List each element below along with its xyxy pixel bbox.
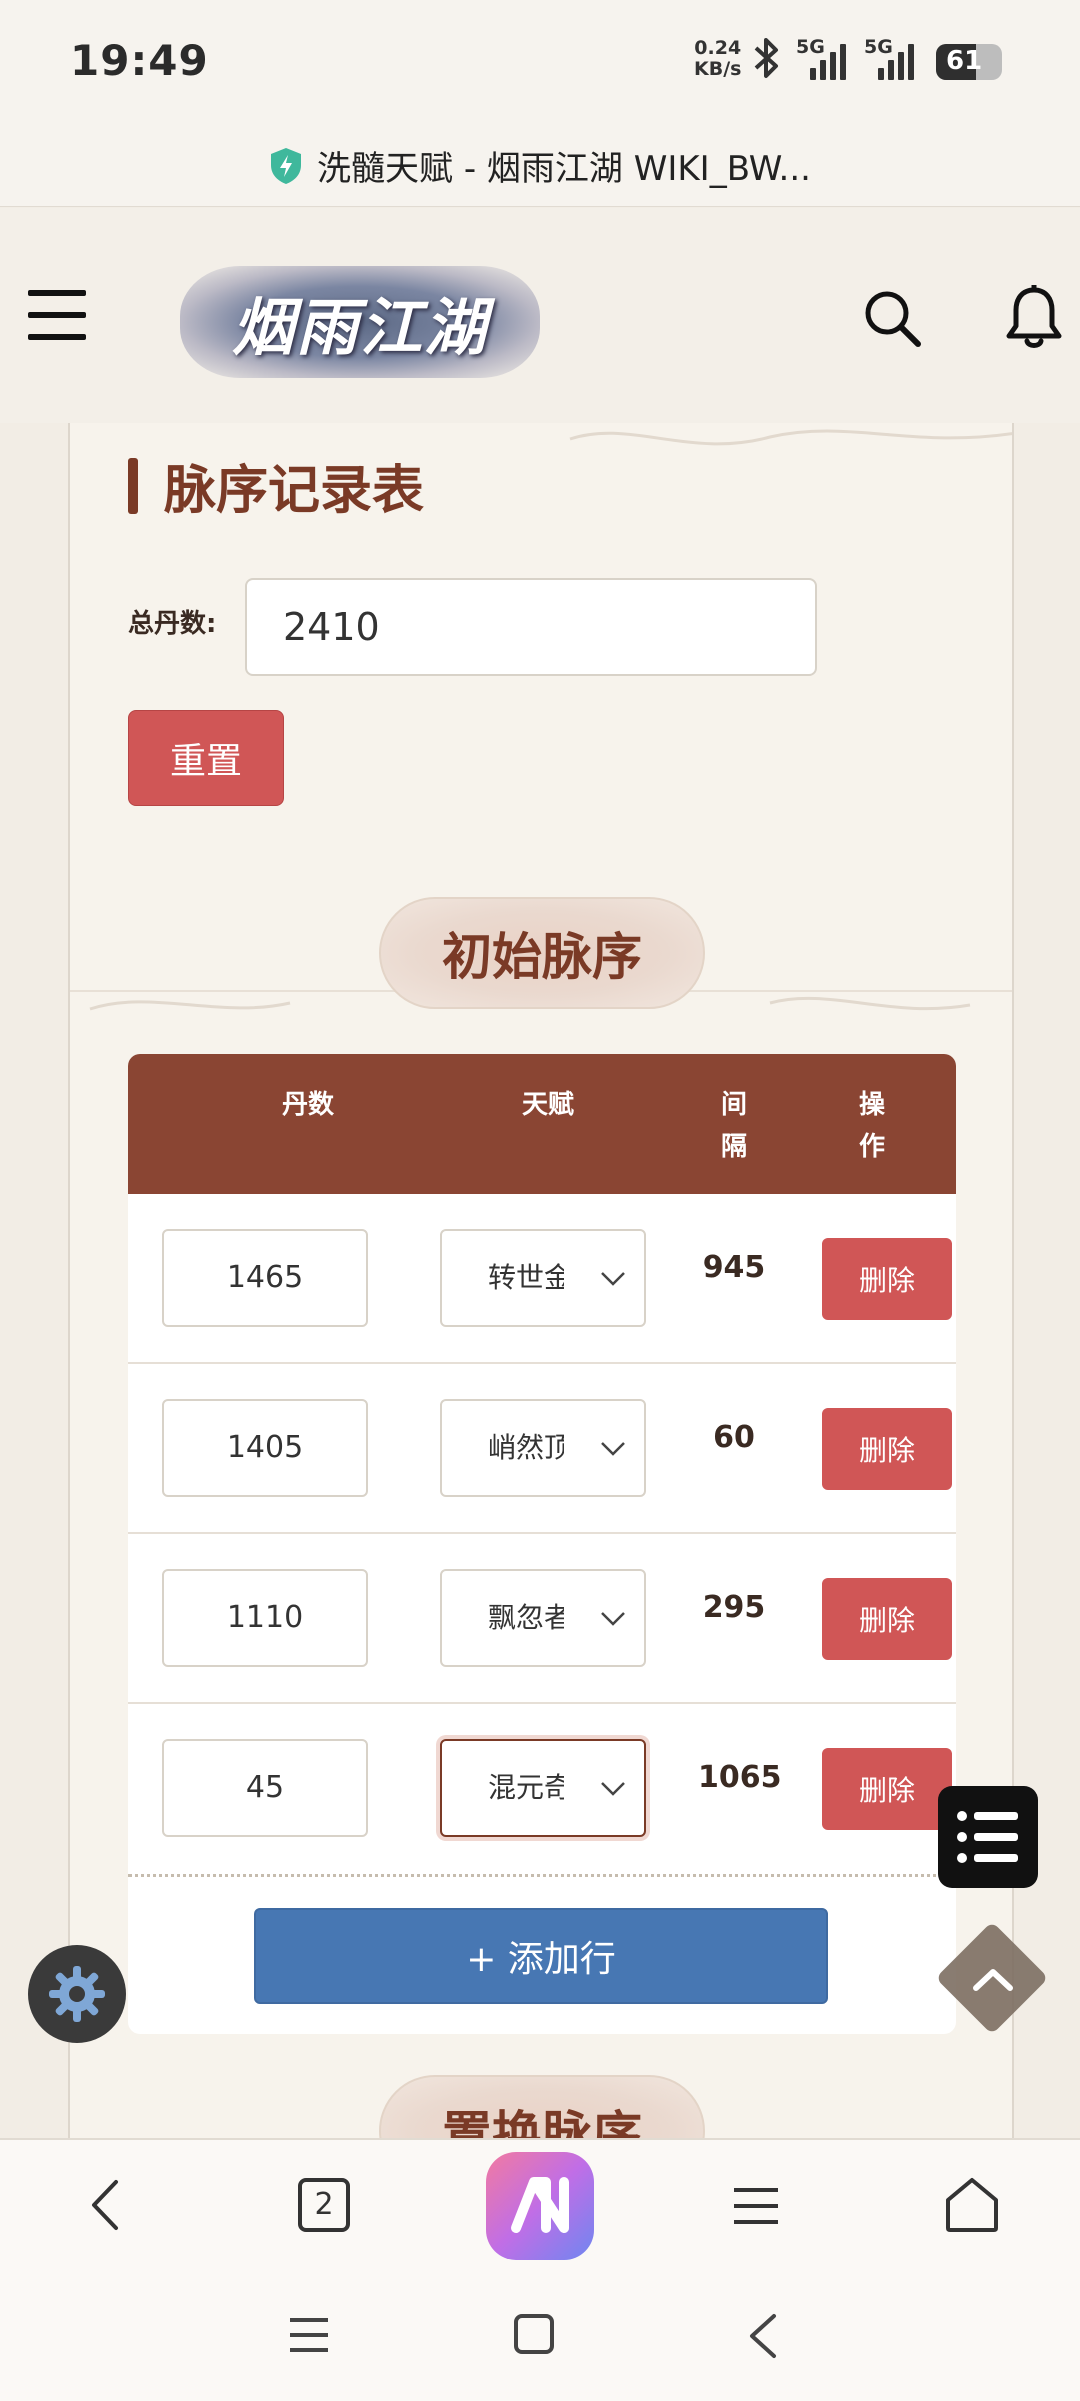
delete-button[interactable]: 删除 (822, 1238, 952, 1320)
gap-value: 60 (713, 1420, 755, 1455)
section-title: 脉序记录表 (128, 448, 424, 523)
initial-order-heading-text: 初始脉序 (442, 928, 642, 986)
home-icon[interactable] (944, 2176, 1000, 2238)
talent-select[interactable]: 峭然顶 (440, 1399, 646, 1497)
gap-value: 1065 (698, 1760, 782, 1795)
delete-button[interactable]: 删除 (822, 1748, 952, 1830)
content-panel: 脉序记录表 总丹数: 2410 重置 初始脉序 丹数 天赋 间 隔 操 作 14… (68, 423, 1014, 2138)
replace-order-heading: 置换脉序 (379, 2075, 705, 2138)
table-row: 1465 转世金 945 删除 (128, 1194, 956, 1364)
reset-button[interactable]: 重置 (128, 710, 284, 806)
order-table: 丹数 天赋 间 隔 操 作 1465 转世金 945 删除 1405 峭然顶 6… (128, 1054, 956, 2034)
dan-input[interactable]: 1110 (162, 1569, 368, 1667)
status-bar: 19:49 0.24 KB/s 5G 5G 61 (0, 0, 1080, 125)
address-bar[interactable]: 洗髓天赋 - 烟雨江湖 WIKI_BW... (0, 125, 1080, 207)
bluetooth-icon (752, 36, 782, 89)
recents-icon[interactable] (288, 2316, 330, 2358)
chevron-down-icon (601, 1272, 625, 1286)
network-speed-value: 0.24 (694, 37, 742, 59)
menu-icon[interactable] (732, 2186, 780, 2230)
chevron-up-icon (973, 1969, 1013, 1991)
browser-toolbar: 2 (0, 2138, 1080, 2268)
nav-back-icon[interactable] (746, 2312, 780, 2364)
talent-select[interactable]: 混元奇 (440, 1739, 646, 1837)
dan-input[interactable]: 45 (162, 1739, 368, 1837)
chevron-down-icon (601, 1612, 625, 1626)
gear-icon (49, 1966, 105, 2022)
total-dan-label: 总丹数: (128, 609, 217, 639)
talent-select[interactable]: 飘忽者 (440, 1569, 646, 1667)
menu-icon[interactable] (28, 290, 86, 340)
tabs-button[interactable]: 2 (298, 2178, 350, 2232)
home-square-icon[interactable] (514, 2314, 554, 2354)
signal-icon: 5G (864, 36, 926, 80)
gap-value: 295 (702, 1590, 766, 1625)
dan-input[interactable]: 1405 (162, 1399, 368, 1497)
add-row-button[interactable]: + 添加行 (254, 1908, 828, 2004)
battery-percent: 61 (946, 46, 983, 76)
list-icon (957, 1811, 1018, 1863)
table-header: 丹数 天赋 间 隔 操 作 (128, 1054, 956, 1194)
network-speed: 0.24 KB/s (694, 38, 741, 80)
title-accent-bar (128, 457, 138, 514)
chevron-down-icon (601, 1442, 625, 1456)
total-dan-input[interactable]: 2410 (245, 578, 817, 676)
secure-shield-icon (269, 147, 303, 185)
header-talent: 天赋 (521, 1090, 574, 1120)
settings-button[interactable] (28, 1945, 126, 2043)
replace-order-heading-text: 置换脉序 (442, 2106, 642, 2138)
ai-icon (511, 2177, 569, 2233)
section-title-text: 脉序记录表 (164, 461, 425, 521)
chevron-down-icon (601, 1782, 625, 1796)
delete-button[interactable]: 删除 (822, 1408, 952, 1490)
clock: 19:49 (70, 36, 209, 85)
table-row: 1405 峭然顶 60 删除 (128, 1364, 956, 1534)
delete-button[interactable]: 删除 (822, 1578, 952, 1660)
battery-icon: 61 (936, 44, 1002, 80)
signal-icon: 5G (796, 36, 858, 80)
bell-icon[interactable] (1004, 284, 1064, 350)
header-dan: 丹数 (281, 1090, 334, 1120)
network-speed-unit: KB/s (694, 58, 742, 80)
dan-input[interactable]: 1465 (162, 1229, 368, 1327)
search-icon[interactable] (862, 288, 922, 348)
ai-assistant-button[interactable] (486, 2152, 594, 2260)
header-gap: 间 隔 (720, 1090, 747, 1162)
divider (128, 1874, 956, 1877)
header-action: 操 作 (858, 1090, 885, 1162)
talent-select[interactable]: 转世金 (440, 1229, 646, 1327)
toc-list-button[interactable] (938, 1786, 1038, 1888)
page-title: 洗髓天赋 - 烟雨江湖 WIKI_BW... (317, 149, 811, 189)
back-icon[interactable] (86, 2178, 126, 2236)
system-nav-bar (0, 2268, 1080, 2401)
table-row: 1110 飘忽者 295 删除 (128, 1534, 956, 1704)
gap-value: 945 (702, 1250, 766, 1285)
site-header: 烟雨江湖 (0, 208, 1080, 423)
table-row: 45 混元奇 1065 删除 (128, 1704, 956, 1874)
initial-order-heading: 初始脉序 (379, 897, 705, 1009)
site-logo[interactable]: 烟雨江湖 (180, 266, 540, 378)
logo-text: 烟雨江湖 (231, 291, 488, 364)
